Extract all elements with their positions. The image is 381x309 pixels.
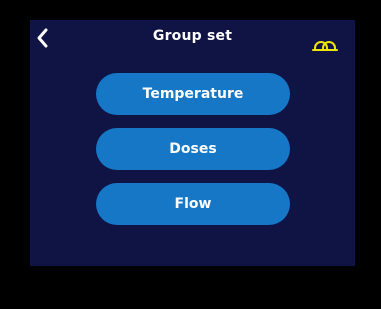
temperature-button[interactable]: Temperature: [96, 73, 290, 115]
page-title: Group set: [152, 28, 233, 44]
doses-button[interactable]: Doses: [96, 128, 290, 170]
header-bar: Group set: [30, 20, 355, 60]
flow-button[interactable]: Flow: [96, 183, 290, 225]
group-set-menu: Temperature Doses Flow: [96, 73, 290, 238]
double-ring-icon: [312, 41, 338, 51]
device-screen: Group set Temperature Doses Flow: [30, 20, 355, 266]
